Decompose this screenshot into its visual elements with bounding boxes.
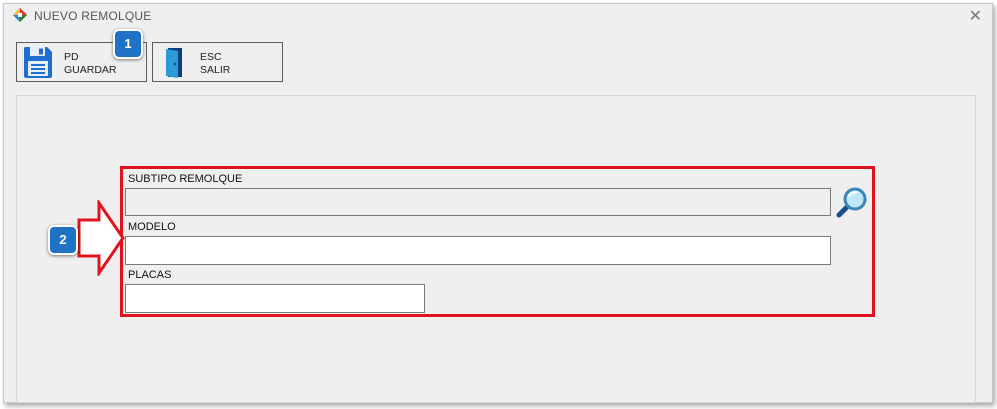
window-title: NUEVO REMOLQUE xyxy=(34,9,152,23)
annotation-badge-1: 1 xyxy=(113,29,143,59)
close-icon[interactable]: ✕ xyxy=(969,6,982,26)
annotation-badge-2: 2 xyxy=(48,225,78,255)
exit-label: SALIR xyxy=(200,64,231,76)
title-bar: NUEVO REMOLQUE ✕ xyxy=(4,4,992,26)
exit-door-icon xyxy=(166,48,182,78)
save-label: GUARDAR xyxy=(64,64,117,76)
save-shortcut: PD xyxy=(64,51,79,63)
app-logo-icon xyxy=(13,8,27,22)
exit-shortcut: ESC xyxy=(200,51,222,63)
exit-button[interactable]: ESC SALIR xyxy=(152,42,283,82)
annotation-highlight-box xyxy=(120,166,875,317)
floppy-disk-icon xyxy=(24,47,52,78)
annotation-arrow-icon xyxy=(77,200,125,276)
